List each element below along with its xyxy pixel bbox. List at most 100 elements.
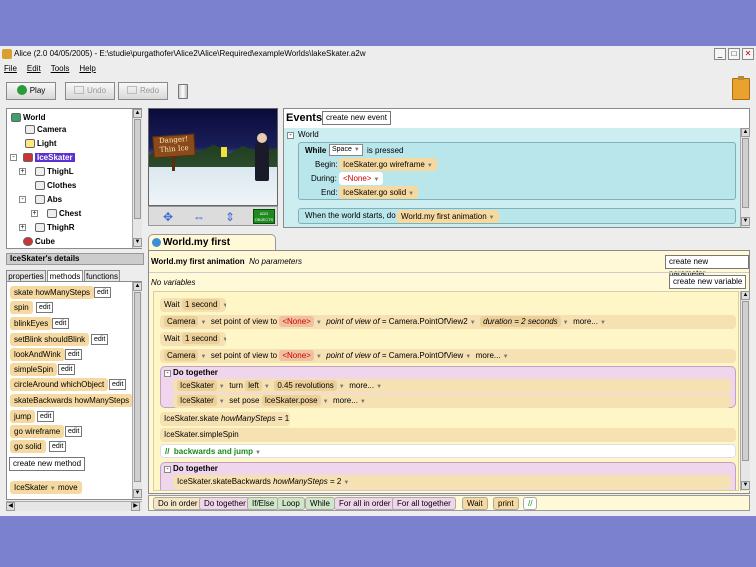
- comment-statement[interactable]: // backwards and jump ▼: [160, 444, 736, 458]
- tree-item-camera[interactable]: Camera: [25, 124, 66, 135]
- method-lookandwink[interactable]: lookAndWink: [10, 348, 65, 361]
- do-together-tile[interactable]: Do together: [199, 497, 251, 510]
- tab-properties[interactable]: properties: [6, 270, 46, 281]
- wait-statement[interactable]: Wait 1 second▼: [160, 332, 226, 346]
- tree-item-light[interactable]: Light: [25, 138, 57, 149]
- for-all-in-order-tile[interactable]: For all in order: [334, 497, 396, 510]
- tilt-camera-icon[interactable]: ⇕: [225, 211, 235, 223]
- scroll-up-icon[interactable]: ▲: [133, 282, 142, 291]
- pan-camera-icon[interactable]: ⇔: [193, 211, 215, 223]
- while-tile[interactable]: While: [305, 497, 336, 510]
- events-scrollbar[interactable]: ▲ ▼: [740, 128, 750, 227]
- scene-view[interactable]: Danger! Thin Ice: [148, 108, 278, 206]
- tab-methods[interactable]: methods: [47, 270, 83, 281]
- world-start-method-tile[interactable]: World.my first animation ▼: [397, 210, 499, 223]
- skate-statement[interactable]: IceSkater.skate howManySteps = 1▼: [160, 412, 290, 426]
- move-camera-icon[interactable]: ✥: [163, 211, 181, 223]
- trash-icon[interactable]: [178, 84, 188, 99]
- method-setblink[interactable]: setBlink shouldBlink: [10, 333, 90, 346]
- scroll-thumb[interactable]: [742, 138, 749, 208]
- add-objects-button[interactable]: ADD OBJECTS: [253, 209, 275, 224]
- end-method-tile[interactable]: IceSkater.go solid ▼: [339, 186, 419, 199]
- maximize-button[interactable]: □: [728, 48, 740, 60]
- create-new-variable-button[interactable]: create new variable: [669, 275, 747, 289]
- tree-item-chest[interactable]: Chest: [47, 208, 81, 219]
- skatebackwards-statement[interactable]: IceSkater.skateBackwards howManySteps = …: [173, 475, 731, 489]
- scroll-up-icon[interactable]: ▲: [741, 291, 750, 300]
- scroll-up-icon[interactable]: ▲: [741, 128, 750, 137]
- edit-button[interactable]: edit: [37, 411, 55, 422]
- set-pose-statement[interactable]: IceSkater ▼ set pose IceSkater.pose ▼ more…: [173, 394, 731, 408]
- wait-tile[interactable]: Wait: [462, 497, 488, 510]
- minimize-button[interactable]: _: [714, 48, 726, 60]
- method-go-solid[interactable]: go solid: [10, 440, 46, 453]
- simplespin-statement[interactable]: IceSkater.simpleSpin: [160, 428, 736, 442]
- method-jump[interactable]: jump: [10, 410, 36, 423]
- tab-functions[interactable]: functions: [84, 270, 120, 281]
- method-circlearound[interactable]: circleAround whichObject: [10, 378, 109, 391]
- while-event[interactable]: While Space ▼ is pressed Begin: IceSkater…: [298, 142, 736, 200]
- iceskater-move-tile[interactable]: IceSkater ▼ move: [10, 481, 82, 494]
- edit-button[interactable]: edit: [36, 302, 54, 313]
- set-pov-statement[interactable]: Camera ▼ set point of view to <None> ▼ poi…: [160, 349, 736, 363]
- do-together-block[interactable]: - Do together IceSkater ▼ turn left ▼ 0.45…: [160, 366, 736, 408]
- key-dropdown[interactable]: Space ▼: [329, 144, 363, 156]
- tree-item-clothes[interactable]: Clothes: [35, 180, 76, 191]
- method-go-wireframe[interactable]: go wireframe: [10, 425, 65, 438]
- menu-file[interactable]: File: [4, 63, 17, 75]
- tree-item-cube[interactable]: Cube: [23, 236, 55, 247]
- menu-help[interactable]: Help: [79, 63, 95, 75]
- menu-edit[interactable]: Edit: [27, 63, 41, 75]
- scroll-right-icon[interactable]: ▶: [131, 502, 140, 511]
- begin-method-tile[interactable]: IceSkater.go wireframe ▼: [339, 158, 437, 171]
- turn-statement[interactable]: IceSkater ▼ turn left ▼ 0.45 revolutions ▼ …: [173, 379, 731, 393]
- expand-icon[interactable]: +: [19, 224, 26, 231]
- collapse-icon[interactable]: -: [287, 132, 294, 139]
- collapse-icon[interactable]: -: [19, 196, 26, 203]
- expand-icon[interactable]: +: [19, 168, 26, 175]
- create-new-parameter-button[interactable]: create new parameter: [665, 255, 749, 278]
- edit-button[interactable]: edit: [49, 441, 67, 452]
- during-method-tile[interactable]: <None> ▼: [339, 172, 384, 185]
- if-else-tile[interactable]: If/Else: [247, 497, 280, 510]
- comment-tile[interactable]: //: [523, 497, 538, 510]
- scroll-down-icon[interactable]: ▼: [741, 217, 750, 226]
- tree-item-thighr[interactable]: ThighR: [35, 222, 75, 233]
- do-in-order-tile[interactable]: Do in order: [153, 497, 203, 510]
- menu-tools[interactable]: Tools: [51, 63, 70, 75]
- edit-button[interactable]: edit: [52, 318, 70, 329]
- method-skatebackwards[interactable]: skateBackwards howManySteps: [10, 394, 134, 407]
- close-button[interactable]: ✕: [742, 48, 754, 60]
- scroll-thumb[interactable]: [742, 301, 749, 461]
- do-together-block[interactable]: - Do together IceSkater.skateBackwards h…: [160, 462, 736, 490]
- redo-button[interactable]: Redo: [118, 82, 168, 100]
- collapse-icon[interactable]: -: [164, 466, 171, 473]
- methods-scrollbar[interactable]: ▲ ▼: [132, 282, 142, 499]
- editor-scrollbar[interactable]: ▲ ▼: [740, 291, 750, 491]
- scroll-down-icon[interactable]: ▼: [133, 489, 142, 498]
- methods-h-scrollbar[interactable]: ◀ ▶: [6, 501, 142, 511]
- tree-item-abs[interactable]: Abs: [35, 194, 62, 205]
- method-skate[interactable]: skate howManySteps: [10, 286, 95, 299]
- clipboard-icon[interactable]: [732, 76, 750, 100]
- scroll-up-icon[interactable]: ▲: [133, 109, 142, 118]
- world-start-event[interactable]: When the world starts, do World.my first…: [298, 208, 736, 224]
- tree-item-thighl[interactable]: ThighL: [35, 166, 74, 177]
- play-button[interactable]: Play: [6, 82, 56, 100]
- scroll-down-icon[interactable]: ▼: [133, 238, 142, 247]
- collapse-icon[interactable]: -: [10, 154, 17, 161]
- scroll-left-icon[interactable]: ◀: [6, 502, 15, 511]
- collapse-icon[interactable]: -: [164, 370, 171, 377]
- method-blinkeyes[interactable]: blinkEyes: [10, 317, 53, 330]
- scroll-thumb[interactable]: [134, 119, 141, 219]
- tree-item-iceskater[interactable]: IceSkater: [23, 152, 75, 163]
- for-all-together-tile[interactable]: For all together: [392, 497, 456, 510]
- undo-button[interactable]: Undo: [65, 82, 115, 100]
- scroll-down-icon[interactable]: ▼: [741, 481, 750, 490]
- create-new-event-button[interactable]: create new event: [322, 111, 391, 125]
- tree-item-world[interactable]: World: [11, 112, 46, 123]
- edit-button[interactable]: edit: [109, 379, 127, 390]
- expand-icon[interactable]: +: [31, 210, 38, 217]
- print-tile[interactable]: print: [493, 497, 519, 510]
- tree-scrollbar[interactable]: ▲ ▼: [132, 109, 142, 248]
